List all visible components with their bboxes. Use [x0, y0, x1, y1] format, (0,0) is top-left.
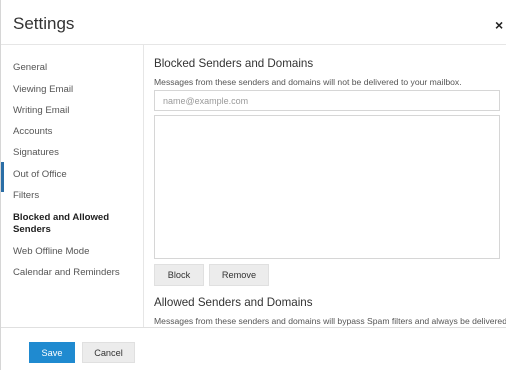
sidebar-item-accounts[interactable]: Accounts: [13, 126, 133, 138]
close-icon[interactable]: ×: [495, 18, 503, 32]
allowed-section-description: Messages from these senders and domains …: [154, 316, 506, 326]
sidebar-item-web-offline-mode[interactable]: Web Offline Mode: [13, 246, 133, 258]
dialog-title: Settings: [13, 14, 75, 33]
settings-sidebar: General Viewing Email Writing Email Acco…: [1, 45, 144, 327]
sidebar-item-writing-email[interactable]: Writing Email: [13, 105, 133, 117]
sidebar-item-filters[interactable]: Filters: [13, 190, 133, 202]
block-button[interactable]: Block: [154, 264, 204, 286]
sidebar-item-viewing-email[interactable]: Viewing Email: [13, 84, 133, 96]
blocked-senders-list[interactable]: [154, 115, 500, 259]
save-button[interactable]: Save: [29, 342, 75, 363]
blocked-sender-input[interactable]: [154, 90, 500, 111]
sidebar-item-out-of-office[interactable]: Out of Office: [13, 169, 133, 181]
sidebar-item-general[interactable]: General: [13, 62, 133, 74]
sidebar-item-signatures[interactable]: Signatures: [13, 147, 133, 159]
blocked-section-description: Messages from these senders and domains …: [154, 77, 462, 87]
sidebar-item-calendar-reminders[interactable]: Calendar and Reminders: [13, 267, 133, 279]
settings-dialog: Settings × General Viewing Email Writing…: [0, 0, 506, 370]
blocked-section-title: Blocked Senders and Domains: [154, 57, 314, 70]
cancel-button[interactable]: Cancel: [82, 342, 135, 363]
footer-divider: [1, 327, 506, 328]
active-indicator: [1, 162, 4, 192]
allowed-section-title: Allowed Senders and Domains: [154, 296, 313, 309]
sidebar-item-blocked-allowed-senders[interactable]: Blocked and Allowed Senders: [13, 212, 123, 236]
remove-button[interactable]: Remove: [209, 264, 269, 286]
